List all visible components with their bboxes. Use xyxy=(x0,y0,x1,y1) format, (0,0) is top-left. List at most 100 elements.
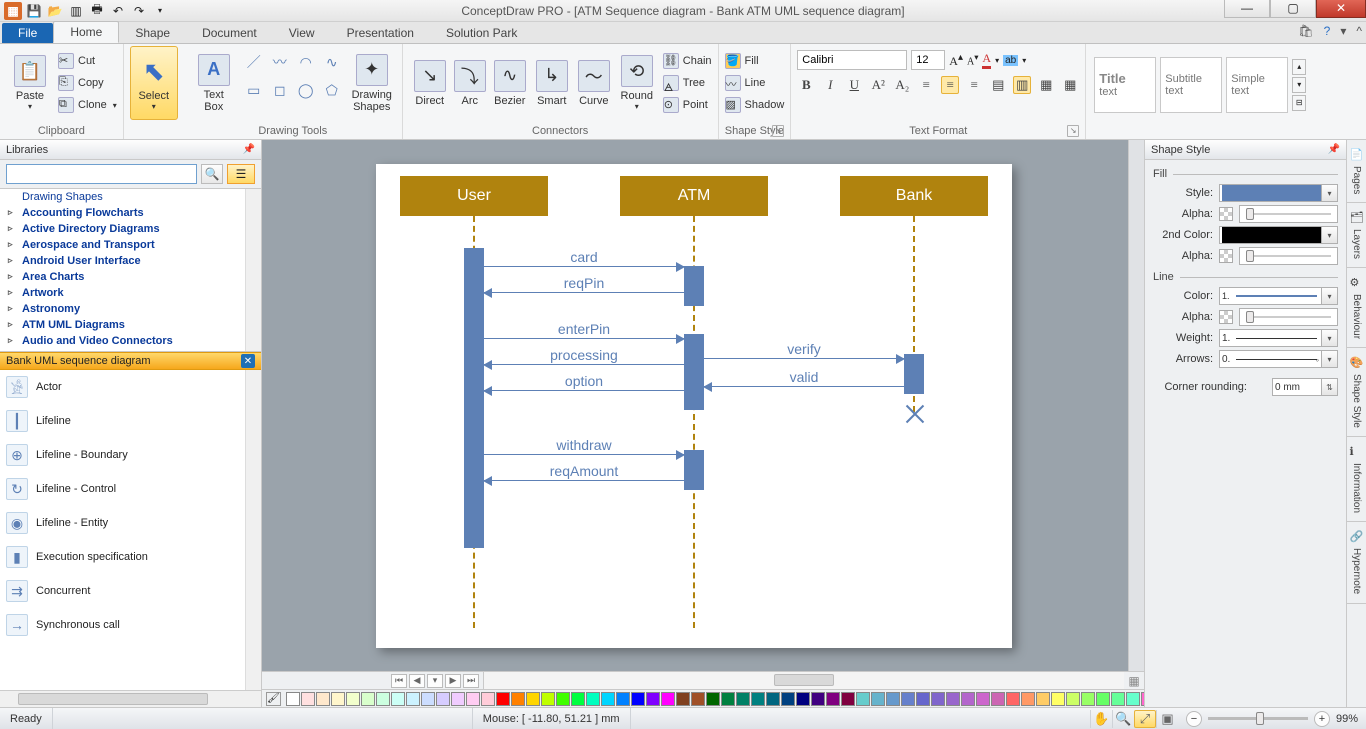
copy-button[interactable]: ⎘Copy xyxy=(58,72,117,94)
shape-item-actor[interactable]: 𓀀Actor xyxy=(0,370,261,404)
curve-connector-button[interactable]: 〜Curve xyxy=(573,46,615,120)
tab-view[interactable]: View xyxy=(273,23,331,43)
increase-font-icon[interactable]: A▴ xyxy=(949,52,963,69)
sidetab-shape-style[interactable]: 🎨Shape Style xyxy=(1347,348,1366,437)
second-color-select[interactable]: ▾ xyxy=(1219,226,1338,244)
color-swatch[interactable] xyxy=(901,692,915,706)
sidetab-behaviour[interactable]: ⚙Behaviour xyxy=(1347,268,1366,348)
color-swatch[interactable] xyxy=(796,692,810,706)
tree-item[interactable]: Android User Interface xyxy=(0,253,261,269)
text-format-launcher[interactable]: ↘ xyxy=(1067,125,1079,137)
color-swatch[interactable] xyxy=(421,692,435,706)
zoom-in-button[interactable]: + xyxy=(1314,711,1330,727)
color-swatch[interactable] xyxy=(1096,692,1110,706)
canvas-hscroll-bar[interactable] xyxy=(484,672,1124,689)
shape-item-lifeline-control[interactable]: ↻Lifeline - Control xyxy=(0,472,261,506)
tree-item[interactable]: ATM UML Diagrams xyxy=(0,317,261,333)
tree-scrollbar[interactable] xyxy=(245,189,261,351)
qat-save-icon[interactable]: 💾 xyxy=(25,2,43,20)
tab-next-icon[interactable]: ▶ xyxy=(445,674,461,688)
color-swatch[interactable] xyxy=(466,692,480,706)
close-button[interactable]: ✕ xyxy=(1316,0,1366,18)
align-top-icon[interactable]: ▤ xyxy=(989,76,1007,94)
color-swatch[interactable] xyxy=(931,692,945,706)
square-tool-icon[interactable]: ◻ xyxy=(270,80,290,100)
color-swatch[interactable] xyxy=(526,692,540,706)
color-swatch[interactable] xyxy=(871,692,885,706)
color-swatch[interactable] xyxy=(601,692,615,706)
color-swatch[interactable] xyxy=(856,692,870,706)
highlight-icon[interactable]: ab xyxy=(1003,55,1018,66)
color-swatch[interactable] xyxy=(736,692,750,706)
select-button[interactable]: ⬉ Select ▾ xyxy=(130,46,178,120)
tab-prev-icon[interactable]: ◀ xyxy=(409,674,425,688)
zoom-tool-icon[interactable]: 🔍 xyxy=(1112,710,1134,728)
library-search-input[interactable] xyxy=(6,164,197,184)
styles-more-icon[interactable]: ⊟ xyxy=(1292,95,1306,111)
color-swatch[interactable] xyxy=(1066,692,1080,706)
tree-item[interactable]: Aerospace and Transport xyxy=(0,237,261,253)
color-swatch[interactable] xyxy=(646,692,660,706)
color-swatch[interactable] xyxy=(721,692,735,706)
second-alpha-slider[interactable] xyxy=(1239,247,1338,265)
qat-dropdown-icon[interactable]: ▾ xyxy=(151,2,169,20)
pin-icon[interactable]: 📌 xyxy=(1328,144,1340,155)
line-color-select[interactable]: 1.▾ xyxy=(1219,287,1338,305)
lifeline-user[interactable]: User xyxy=(400,176,548,216)
left-hscroll-thumb[interactable] xyxy=(18,693,208,705)
qat-redo-icon[interactable]: ↷ xyxy=(130,2,148,20)
color-swatch[interactable] xyxy=(1126,692,1140,706)
color-swatch[interactable] xyxy=(481,692,495,706)
color-swatch[interactable] xyxy=(541,692,555,706)
color-picker-icon[interactable]: 🖌 xyxy=(266,692,281,706)
qat-app-icon[interactable]: ▦ xyxy=(4,2,22,20)
help-icon[interactable]: ? xyxy=(1324,24,1331,38)
store-icon[interactable]: 🛍 xyxy=(1298,24,1313,38)
color-swatch[interactable] xyxy=(631,692,645,706)
color-swatch[interactable] xyxy=(1036,692,1050,706)
color-swatch[interactable] xyxy=(946,692,960,706)
fill-button[interactable]: 🪣Fill xyxy=(725,50,785,72)
color-swatch[interactable] xyxy=(1081,692,1095,706)
chain-button[interactable]: ⛓Chain xyxy=(663,50,712,72)
shape-item-execution[interactable]: ▮Execution specification xyxy=(0,540,261,574)
color-swatch[interactable] xyxy=(976,692,990,706)
zoom-value[interactable]: 99% xyxy=(1336,713,1358,725)
msg-valid[interactable]: valid xyxy=(704,386,904,387)
tab-menu-icon[interactable]: ▾ xyxy=(427,674,443,688)
collapse-ribbon-icon[interactable]: ^ xyxy=(1356,24,1362,38)
paste-button[interactable]: 📋 Paste ▾ xyxy=(6,46,54,120)
poly-tool-icon[interactable]: ⬠ xyxy=(322,80,342,100)
page[interactable]: User ATM Bank card reqPin enterPin proce… xyxy=(376,164,1012,648)
qat-open-icon[interactable]: 📂 xyxy=(46,2,64,20)
tree-item[interactable]: Astronomy xyxy=(0,301,261,317)
tab-presentation[interactable]: Presentation xyxy=(331,23,430,43)
underline-icon[interactable]: U xyxy=(845,76,863,94)
library-tree[interactable]: Drawing Shapes Accounting Flowcharts Act… xyxy=(0,188,261,352)
tab-home[interactable]: Home xyxy=(53,21,119,43)
canvas-hscroll-thumb[interactable] xyxy=(774,674,834,686)
styles-down-icon[interactable]: ▾ xyxy=(1292,77,1306,93)
zoom-handle[interactable] xyxy=(1256,712,1264,725)
msg-reqamount[interactable]: reqAmount xyxy=(484,480,684,481)
left-hscroll[interactable] xyxy=(0,690,261,707)
font-color-dropdown[interactable]: ▾ xyxy=(995,56,999,65)
color-swatch[interactable] xyxy=(391,692,405,706)
chevron-down-icon[interactable]: ▾ xyxy=(1340,24,1346,38)
bezier-connector-button[interactable]: ∿Bezier xyxy=(489,46,531,120)
color-swatch[interactable] xyxy=(1111,692,1125,706)
style-title[interactable]: Titletext xyxy=(1094,57,1156,113)
font-family-input[interactable] xyxy=(797,50,907,70)
shape-item-lifeline-entity[interactable]: ◉Lifeline - Entity xyxy=(0,506,261,540)
color-swatch[interactable] xyxy=(676,692,690,706)
hand-tool-icon[interactable]: ✋ xyxy=(1090,710,1112,728)
fit-tool-icon[interactable]: ⤢ xyxy=(1134,710,1156,728)
color-swatch[interactable] xyxy=(376,692,390,706)
color-swatch[interactable] xyxy=(451,692,465,706)
destroy-bank[interactable] xyxy=(902,402,926,426)
clone-button[interactable]: ⧉Clone▾ xyxy=(58,94,117,116)
search-button[interactable]: 🔍 xyxy=(201,164,223,184)
color-swatch[interactable] xyxy=(616,692,630,706)
msg-option[interactable]: option xyxy=(484,390,684,391)
tree-button[interactable]: 🜁Tree xyxy=(663,72,712,94)
